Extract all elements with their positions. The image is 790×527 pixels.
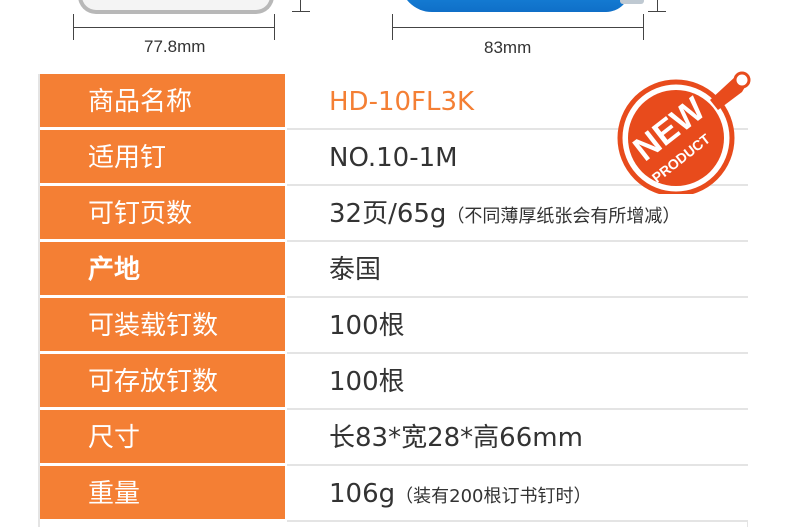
table-row: 可装载钉数 100根: [40, 298, 748, 354]
stapler-tip: [620, 0, 644, 4]
dim-line-right: [392, 27, 644, 28]
spec-label: 商品名称: [40, 74, 287, 130]
dimension-strip: 77.8mm 83mm: [0, 0, 790, 70]
dim-label-right: 83mm: [484, 38, 532, 57]
spec-label: 尺寸: [40, 410, 287, 466]
spec-label: 重量: [40, 466, 287, 522]
spec-label: 可装载钉数: [40, 298, 287, 354]
spec-value-text: NO.10-1M: [329, 143, 458, 173]
table-row: 可存放钉数 100根: [40, 354, 748, 410]
spec-value-text: 100根: [329, 311, 405, 341]
new-product-badge: NEW PRODUCT: [617, 71, 751, 194]
spec-label: 可钉页数: [40, 186, 287, 242]
stapler-left-view: [78, 0, 274, 14]
spec-value-text: 长83*宽28*高66mm: [329, 423, 583, 453]
table-row: 重量 106g（装有200根订书钉时）: [40, 466, 748, 522]
spec-value-text: HD-10FL3K: [329, 87, 475, 117]
stapler-right-view: [400, 0, 644, 12]
spec-value: 32页/65g（不同薄厚纸张会有所增减）: [287, 186, 748, 242]
dim-line-left-height: [292, 11, 310, 12]
dim-label-left: 77.8mm: [144, 37, 206, 56]
spec-value-note: （装有200根订书钉时）: [395, 486, 592, 507]
spec-value: 106g（装有200根订书钉时）: [287, 466, 748, 522]
dim-line-left: [73, 27, 275, 28]
spec-value: 100根: [287, 298, 748, 354]
spec-value-text: 泰国: [329, 255, 382, 285]
table-row: 产地 泰国: [40, 242, 748, 298]
spec-value: 100根: [287, 354, 748, 410]
dim-line-right-height: [648, 11, 666, 12]
spec-value-text: 100根: [329, 367, 405, 397]
spec-value-text: 32页/65g: [329, 199, 447, 229]
table-row: 可钉页数 32页/65g（不同薄厚纸张会有所增减）: [40, 186, 748, 242]
spec-label: 产地: [40, 242, 287, 298]
spec-value-text: 106g: [329, 479, 396, 509]
spec-label: 可存放钉数: [40, 354, 287, 410]
spec-label: 适用钉: [40, 130, 287, 186]
spec-value-note: （不同薄厚纸张会有所增减）: [446, 206, 681, 227]
table-row: 尺寸 长83*宽28*高66mm: [40, 410, 748, 466]
spec-value: 长83*宽28*高66mm: [287, 410, 748, 466]
spec-value: 泰国: [287, 242, 748, 298]
